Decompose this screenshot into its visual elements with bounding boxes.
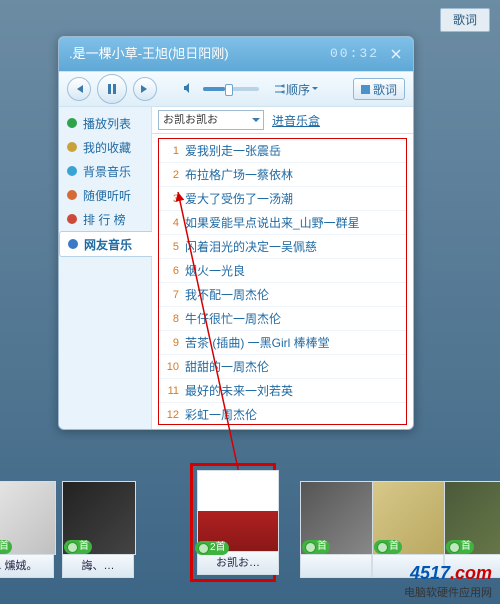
playlist: 1 爱我别走一张震岳 2 布拉格广场一蔡依林 3 爱大了受伤了一汤潮 4 如果爱能早点说出来_… xyxy=(158,138,407,425)
chevron-down-icon xyxy=(311,86,319,92)
track-number: 3 xyxy=(163,193,179,205)
track-title: 彩虹一周杰伦 xyxy=(185,406,402,423)
dock-badge: 2首 xyxy=(195,541,229,555)
track-number: 9 xyxy=(163,337,179,349)
dock-item-0[interactable]: . 燻娀。首 xyxy=(0,481,54,578)
top-lyrics-button[interactable]: 歌词 xyxy=(440,8,490,32)
tab-label: 播放列表 xyxy=(83,115,131,132)
dock-caption: 誨、… xyxy=(62,555,134,578)
playlist-row[interactable]: 1 爱我别走一张震岳 xyxy=(159,139,406,163)
friend-select[interactable]: お凯お凯お xyxy=(158,110,264,130)
now-playing-title: .是一棵小草-王旭(旭日阳刚) xyxy=(69,37,322,71)
tab-icon xyxy=(65,164,79,178)
lyrics-icon xyxy=(361,85,370,94)
next-icon xyxy=(140,84,150,94)
tab-icon xyxy=(66,237,80,251)
track-number: 8 xyxy=(163,313,179,325)
track-number: 5 xyxy=(163,241,179,253)
tab-icon xyxy=(65,188,79,202)
sidebar-tab-4[interactable]: 排 行 榜 xyxy=(59,207,151,231)
dock-item-2[interactable]: お凯お…2首 xyxy=(190,463,276,582)
track-title: 爱我别走一张震岳 xyxy=(185,142,402,159)
lyrics-button[interactable]: 歌词 xyxy=(353,78,405,100)
track-title: 苦茶 (插曲) 一黑Girl 棒棒堂 xyxy=(185,334,402,351)
dock-item-1[interactable]: 誨、…首 xyxy=(62,481,134,578)
track-title: 牛仔很忙一周杰伦 xyxy=(185,310,402,327)
track-number: 10 xyxy=(163,361,179,373)
dock-caption xyxy=(300,555,372,578)
tab-icon xyxy=(65,140,79,154)
shuffle-icon xyxy=(274,84,286,94)
close-icon xyxy=(391,49,401,59)
volume-slider[interactable] xyxy=(203,87,259,91)
next-button[interactable] xyxy=(133,77,157,101)
sidebar-tab-2[interactable]: 背景音乐 xyxy=(59,159,151,183)
track-number: 7 xyxy=(163,289,179,301)
playlist-row[interactable]: 9 苦茶 (插曲) 一黑Girl 棒棒堂 xyxy=(159,331,406,355)
playlist-row[interactable]: 11 最好的未来一刘若英 xyxy=(159,379,406,403)
tab-label: 随便听听 xyxy=(83,187,131,204)
track-number: 4 xyxy=(163,217,179,229)
track-title: 如果爱能早点说出来_山野一群星 xyxy=(185,214,402,231)
sidebar-tab-1[interactable]: 我的收藏 xyxy=(59,135,151,159)
dock-badge: 首 xyxy=(446,540,474,554)
player-window: .是一棵小草-王旭(旭日阳刚) 00:32 顺序 歌词 播放列表我的收藏背景音乐… xyxy=(58,36,414,430)
lyrics-label: 歌词 xyxy=(373,81,397,98)
dock-badge: 首 xyxy=(64,540,92,554)
tab-icon xyxy=(65,212,79,226)
sidebar-tab-5[interactable]: 网友音乐 xyxy=(59,231,152,257)
track-number: 1 xyxy=(163,145,179,157)
pause-icon xyxy=(107,83,117,95)
music-box-link[interactable]: 进音乐盒 xyxy=(272,112,320,129)
playlist-row[interactable]: 12 彩虹一周杰伦 xyxy=(159,403,406,425)
track-number: 6 xyxy=(163,265,179,277)
tab-label: 我的收藏 xyxy=(83,139,131,156)
title-bar: .是一棵小草-王旭(旭日阳刚) 00:32 xyxy=(59,37,413,71)
play-mode-button[interactable]: 顺序 xyxy=(273,81,319,98)
sidebar: 播放列表我的收藏背景音乐随便听听排 行 榜网友音乐 xyxy=(59,107,152,430)
track-title: 我不配一周杰伦 xyxy=(185,286,402,303)
main-panel: お凯お凯お 进音乐盒 1 爱我别走一张震岳 2 布拉格广场一蔡依林 3 爱大了受伤了一汤潮… xyxy=(152,107,413,430)
elapsed-time: 00:32 xyxy=(330,37,379,71)
track-title: 最好的未来一刘若英 xyxy=(185,382,402,399)
prev-button[interactable] xyxy=(67,77,91,101)
playlist-row[interactable]: 5 闪着泪光的决定一吴佩慈 xyxy=(159,235,406,259)
main-toolbar: お凯お凯お 进音乐盒 xyxy=(152,107,413,134)
dock-badge: 首 xyxy=(374,540,402,554)
track-title: 布拉格广场一蔡依林 xyxy=(185,166,402,183)
track-title: 烟火一光良 xyxy=(185,262,402,279)
dock-item-3[interactable]: 首 xyxy=(300,481,372,578)
dock-avatar xyxy=(197,470,279,552)
volume-icon[interactable] xyxy=(183,82,195,97)
playlist-row[interactable]: 6 烟火一光良 xyxy=(159,259,406,283)
track-number: 12 xyxy=(163,409,179,421)
track-title: 甜甜的一周杰伦 xyxy=(185,358,402,375)
dock-badge: 首 xyxy=(302,540,330,554)
sidebar-tab-3[interactable]: 随便听听 xyxy=(59,183,151,207)
control-bar: 顺序 歌词 xyxy=(59,71,413,107)
dock-caption: お凯お… xyxy=(197,552,279,575)
track-number: 11 xyxy=(163,385,179,397)
dock-caption: . 燻娀。 xyxy=(0,555,54,578)
tab-label: 网友音乐 xyxy=(84,236,132,253)
pause-button[interactable] xyxy=(97,74,127,104)
track-title: 爱大了受伤了一汤潮 xyxy=(185,190,402,207)
playlist-row[interactable]: 3 爱大了受伤了一汤潮 xyxy=(159,187,406,211)
tab-icon xyxy=(65,116,79,130)
tab-label: 排 行 榜 xyxy=(83,211,126,228)
tab-label: 背景音乐 xyxy=(83,163,131,180)
playlist-row[interactable]: 10 甜甜的一周杰伦 xyxy=(159,355,406,379)
playlist-row[interactable]: 8 牛仔很忙一周杰伦 xyxy=(159,307,406,331)
playlist-row[interactable]: 2 布拉格广场一蔡依林 xyxy=(159,163,406,187)
mode-label: 顺序 xyxy=(286,81,310,98)
close-button[interactable] xyxy=(389,47,403,61)
prev-icon xyxy=(74,84,84,94)
watermark: 4517.com 电脑软硬件应用网 xyxy=(404,563,492,600)
sidebar-tab-0[interactable]: 播放列表 xyxy=(59,111,151,135)
playlist-row[interactable]: 4 如果爱能早点说出来_山野一群星 xyxy=(159,211,406,235)
track-number: 2 xyxy=(163,169,179,181)
playlist-row[interactable]: 7 我不配一周杰伦 xyxy=(159,283,406,307)
track-title: 闪着泪光的决定一吴佩慈 xyxy=(185,238,402,255)
